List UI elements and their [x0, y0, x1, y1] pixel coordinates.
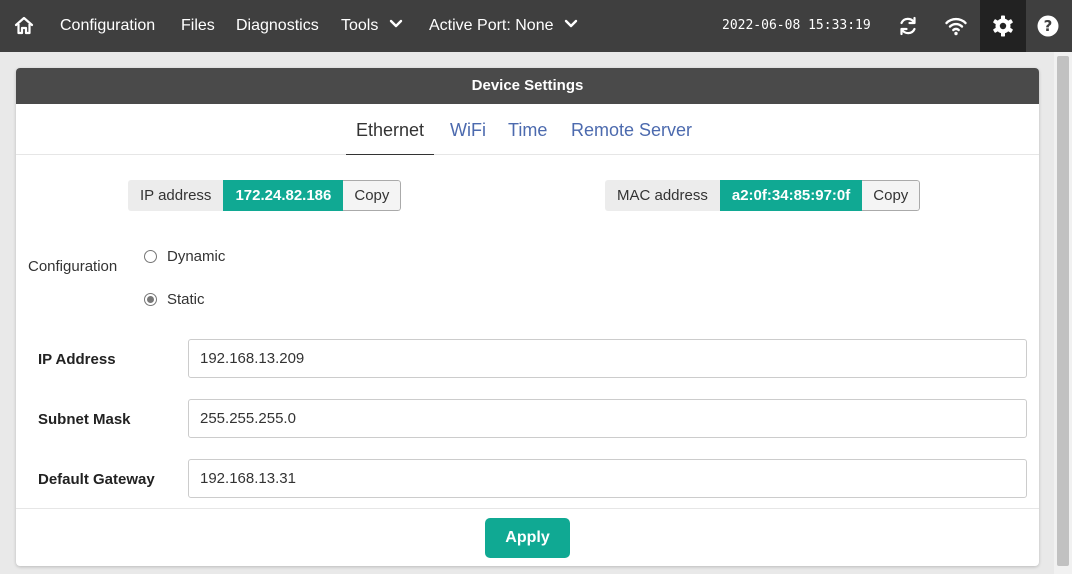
device-settings-card: Device Settings Ethernet WiFi Time Remot… [16, 68, 1039, 566]
subnet-mask-input[interactable] [188, 399, 1027, 438]
gear-icon [993, 15, 1013, 37]
home-icon[interactable] [12, 14, 36, 38]
nav-tools[interactable]: Tools [341, 0, 403, 52]
mac-address-info: MAC address a2:0f:34:85:97:0f Copy [605, 180, 921, 211]
ip-address-field-label: IP Address [38, 351, 116, 368]
svg-text:?: ? [1044, 17, 1053, 35]
settings-nav-item[interactable] [980, 0, 1026, 52]
card-title: Device Settings [16, 68, 1039, 104]
tab-time[interactable]: Time [508, 104, 547, 155]
radio-static-indicator[interactable] [144, 293, 157, 306]
tab-wifi[interactable]: WiFi [450, 104, 486, 155]
default-gateway-input[interactable] [188, 459, 1027, 498]
chevron-down-icon [564, 19, 578, 27]
radio-dynamic-label: Dynamic [167, 248, 226, 265]
card-footer: Apply [16, 508, 1039, 566]
radio-dynamic[interactable]: Dynamic [144, 248, 225, 265]
mac-address-label: MAC address [605, 180, 720, 211]
datetime-display: 2022-06-08 15:33:19 [722, 18, 871, 33]
page-scrollbar[interactable] [1054, 52, 1072, 574]
ip-address-input[interactable] [188, 339, 1027, 378]
wifi-icon[interactable] [944, 14, 968, 38]
sync-icon[interactable] [896, 14, 920, 38]
apply-button[interactable]: Apply [485, 518, 570, 558]
subnet-mask-field-label: Subnet Mask [38, 411, 131, 428]
radio-static[interactable]: Static [144, 291, 205, 308]
nav-active-port[interactable]: Active Port: None [429, 0, 578, 52]
copy-ip-button[interactable]: Copy [343, 180, 402, 211]
radio-dynamic-indicator[interactable] [144, 250, 157, 263]
nav-diagnostics[interactable]: Diagnostics [236, 0, 319, 52]
nav-files[interactable]: Files [181, 0, 215, 52]
nav-configuration[interactable]: Configuration [60, 0, 155, 52]
help-icon[interactable]: ? [1036, 14, 1060, 38]
radio-static-label: Static [167, 291, 205, 308]
ip-address-label: IP address [128, 180, 224, 211]
default-gateway-field-label: Default Gateway [38, 471, 155, 488]
configuration-label: Configuration [28, 258, 118, 275]
chevron-down-icon [389, 19, 403, 27]
settings-tabs: Ethernet WiFi Time Remote Server [16, 104, 1039, 155]
copy-mac-button[interactable]: Copy [862, 180, 921, 211]
tab-remote-server[interactable]: Remote Server [571, 104, 692, 155]
ip-address-info: IP address 172.24.82.186 Copy [128, 180, 402, 211]
ip-address-value: 172.24.82.186 [223, 180, 344, 211]
tab-ethernet[interactable]: Ethernet [346, 104, 435, 155]
mac-address-value: a2:0f:34:85:97:0f [719, 180, 863, 211]
scrollbar-thumb[interactable] [1057, 56, 1069, 566]
top-nav-bar: Configuration Files Diagnostics Tools Ac… [0, 0, 1072, 52]
